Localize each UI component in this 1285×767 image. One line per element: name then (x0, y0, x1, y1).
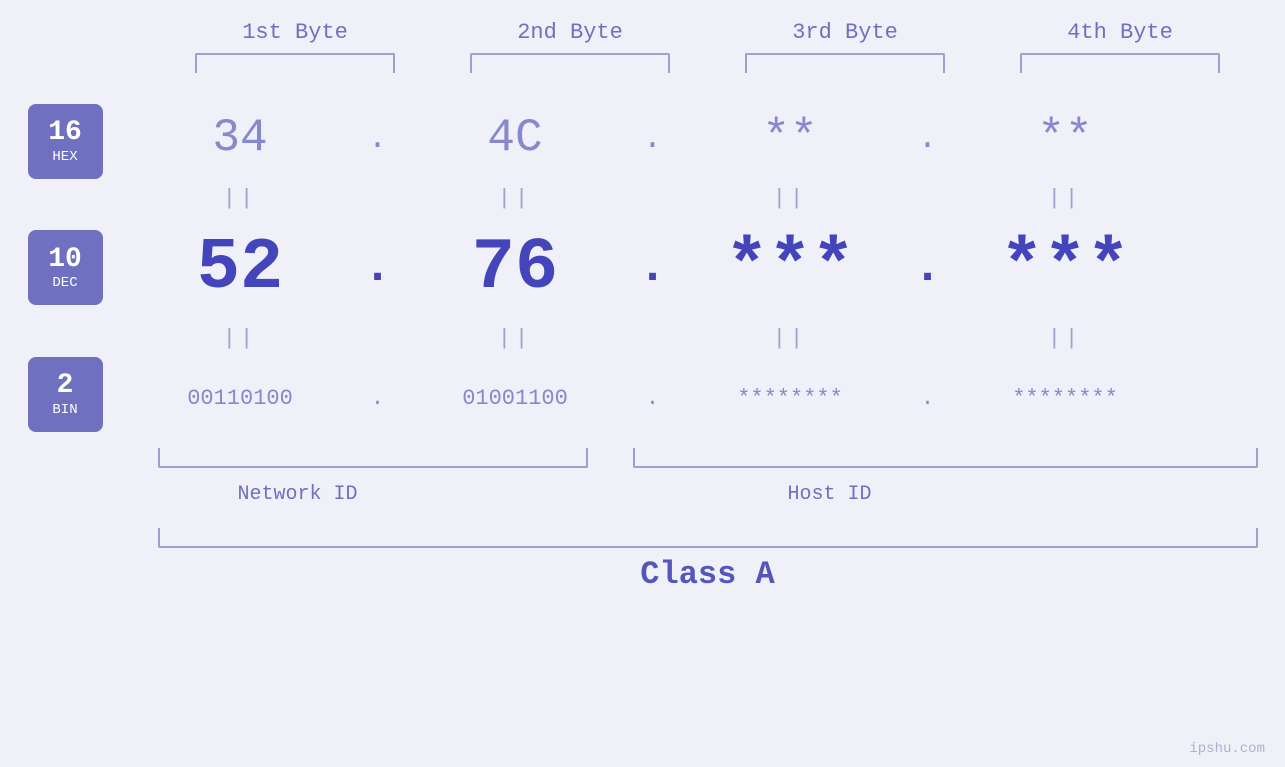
bin-number: 2 (57, 371, 74, 402)
eq2-b2: || (405, 326, 625, 351)
dec-badge: 10 DEC (28, 230, 103, 305)
bin-b2: 01001100 (405, 386, 625, 411)
class-row: Class A (158, 556, 1258, 593)
network-id-label: Network ID (238, 483, 358, 506)
top-brackets (158, 53, 1258, 73)
equals-row-1: || || || || (130, 183, 1285, 213)
dec-dot2: . (625, 241, 680, 295)
hex-b1: 34 (130, 112, 350, 164)
hex-dot1: . (350, 120, 405, 157)
full-bracket (158, 528, 1258, 548)
bracket-byte2 (470, 53, 670, 73)
hex-number: 16 (48, 118, 82, 149)
bin-dot3: . (900, 386, 955, 411)
equals-row-2: || || || || (130, 323, 1285, 353)
hex-name: HEX (52, 149, 77, 165)
dec-b4: *** (955, 227, 1175, 309)
bin-dot1: . (350, 386, 405, 411)
rows-container: 34 . 4C . ** . ** (130, 93, 1285, 443)
bin-badge: 2 BIN (28, 357, 103, 432)
dec-number: 10 (48, 245, 82, 276)
hex-dot3: . (900, 120, 955, 157)
hex-b4: ** (955, 112, 1175, 164)
dec-dot1: . (350, 241, 405, 295)
bin-dot2: . (625, 386, 680, 411)
dec-name: DEC (52, 275, 77, 291)
bin-b3: ******** (680, 386, 900, 411)
labels-row: Network ID Host ID (158, 483, 1258, 523)
bin-b1: 00110100 (130, 386, 350, 411)
eq2-b4: || (955, 326, 1175, 351)
dec-b2: 76 (405, 227, 625, 309)
hex-badge: 16 HEX (28, 104, 103, 179)
hex-b3: ** (680, 112, 900, 164)
main-container: 1st Byte 2nd Byte 3rd Byte 4th Byte 16 H… (0, 0, 1285, 767)
byte3-label: 3rd Byte (735, 20, 955, 45)
bottom-brackets (158, 448, 1258, 478)
class-label: Class A (640, 556, 774, 593)
host-bracket (633, 448, 1258, 468)
bracket-byte4 (1020, 53, 1220, 73)
left-labels: 16 HEX 10 DEC 2 BIN (0, 93, 130, 443)
eq1-b1: || (130, 186, 350, 211)
dec-dot3: . (900, 241, 955, 295)
bin-b4: ******** (955, 386, 1175, 411)
hex-dot2: . (625, 120, 680, 157)
eq1-b2: || (405, 186, 625, 211)
eq1-b4: || (955, 186, 1175, 211)
hex-b2: 4C (405, 112, 625, 164)
network-bracket (158, 448, 588, 468)
full-bracket-row (158, 528, 1258, 548)
hex-row: 34 . 4C . ** . ** (130, 93, 1285, 183)
dec-b3: *** (680, 227, 900, 309)
eq1-b3: || (680, 186, 900, 211)
bin-name: BIN (52, 402, 77, 418)
dec-row: 52 . 76 . *** . *** (130, 213, 1285, 323)
bracket-byte1 (195, 53, 395, 73)
dec-b1: 52 (130, 227, 350, 309)
content-area: 16 HEX 10 DEC 2 BIN 34 . (0, 93, 1285, 443)
bin-row: 00110100 . 01001100 . ******** . (130, 353, 1285, 443)
byte2-label: 2nd Byte (460, 20, 680, 45)
byte1-label: 1st Byte (185, 20, 405, 45)
eq2-b1: || (130, 326, 350, 351)
host-id-label: Host ID (788, 483, 872, 506)
byte-headers: 1st Byte 2nd Byte 3rd Byte 4th Byte (158, 20, 1258, 45)
eq2-b3: || (680, 326, 900, 351)
watermark: ipshu.com (1189, 741, 1265, 757)
bracket-byte3 (745, 53, 945, 73)
byte4-label: 4th Byte (1010, 20, 1230, 45)
